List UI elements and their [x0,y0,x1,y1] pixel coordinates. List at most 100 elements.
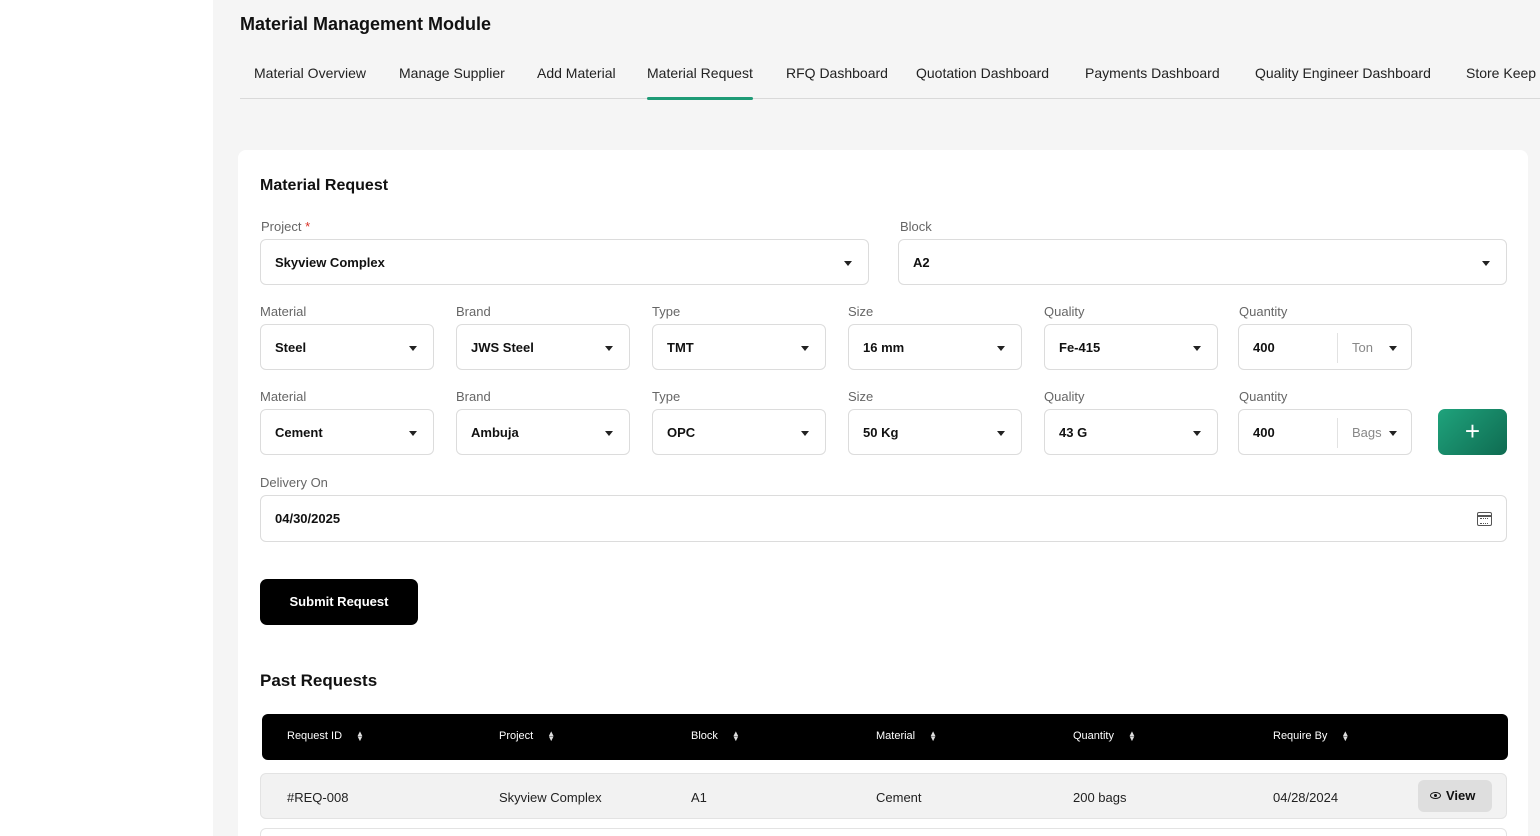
sort-icon: ▲ ▼ [731,729,740,744]
quantity-value: 400 [1253,340,1275,355]
type-label: Type [652,389,681,404]
quality-select-2[interactable]: 43 G [1044,409,1218,455]
tab-quality-engineer-dashboard[interactable]: Quality Engineer Dashboard [1255,65,1431,99]
block-label: Block [900,219,932,234]
chevron-down-icon [997,431,1005,436]
project-label: Project * [261,219,311,234]
material-value: Cement [275,425,323,440]
column-header-require-by[interactable]: Require By ▲ ▼ [1273,729,1350,744]
brand-select-1[interactable]: JWS Steel [456,324,630,370]
cell-request-id: #REQ-008 [287,790,349,805]
column-header-material[interactable]: Material ▲ ▼ [876,729,938,744]
chevron-down-icon [1389,431,1397,436]
type-select-2[interactable]: OPC [652,409,826,455]
sort-icon: ▲ ▼ [1341,729,1350,744]
plus-icon: + [1464,416,1481,446]
brand-label: Brand [456,389,491,404]
type-value: OPC [667,425,696,440]
type-value: TMT [667,340,694,355]
page-title: Material Management Module [240,14,492,34]
calendar-icon[interactable] [1477,512,1492,526]
eye-icon [1430,792,1441,799]
quantity-value: 400 [1253,425,1275,440]
view-button[interactable]: View [1418,780,1492,812]
cell-require-by: 04/28/2024 [1273,790,1339,805]
chevron-down-icon [1193,431,1201,436]
chevron-down-icon [1389,346,1397,351]
add-material-row-button[interactable]: + [1438,409,1507,455]
required-mark: * [305,219,311,234]
quality-label: Quality [1044,304,1085,319]
quantity-label: Quantity [1239,389,1288,404]
tab-material-overview[interactable]: Material Overview [254,65,366,99]
tab-quotation-dashboard[interactable]: Quotation Dashboard [916,65,1049,99]
size-value: 16 mm [863,340,905,355]
type-select-1[interactable]: TMT [652,324,826,370]
size-value: 50 Kg [863,425,899,440]
column-header-project[interactable]: Project ▲ ▼ [499,730,555,743]
material-select-1[interactable]: Steel [260,324,434,370]
tab-rfq-dashboard[interactable]: RFQ Dashboard [786,65,888,99]
quantity-field-1[interactable]: 400 Ton [1238,324,1412,370]
table-row: #REQ-008 Skyview Complex A1 Cement 200 b… [260,773,1507,819]
column-header-request-id[interactable]: Request ID ▲ ▼ [287,729,364,744]
size-label: Size [848,304,874,319]
form-title: Material Request [260,177,389,194]
tab-add-material[interactable]: Add Material [537,65,616,99]
tab-payments-dashboard[interactable]: Payments Dashboard [1085,65,1220,99]
delivery-date-input[interactable]: 04/30/2025 [260,495,1507,542]
type-label: Type [652,304,681,319]
delivery-label: Delivery On [260,475,328,490]
submit-request-button[interactable]: Submit Request [260,579,418,625]
sort-icon: ▲ ▼ [356,729,364,744]
quality-select-1[interactable]: Fe-415 [1044,324,1218,370]
brand-value: Ambuja [471,425,519,440]
chevron-down-icon [605,431,613,436]
cell-block: A1 [691,790,707,805]
material-label: Material [260,389,307,404]
size-select-2[interactable]: 50 Kg [848,409,1022,455]
unit-select[interactable]: Ton [1352,340,1373,355]
cell-material: Cement [876,790,922,805]
chevron-down-icon [801,431,809,436]
delivery-date-value: 04/30/2025 [275,511,341,526]
tab-manage-supplier[interactable]: Manage Supplier [399,65,505,99]
unit-select[interactable]: Bags [1352,425,1382,440]
chevron-down-icon [801,346,809,351]
quality-value: Fe-415 [1059,340,1101,355]
tab-bar: Material Overview Manage Supplier Add Ma… [240,56,1540,100]
block-select[interactable]: A2 [898,239,1507,285]
block-value: A2 [913,255,930,270]
material-request-card: Material Request Project * Skyview Compl… [238,150,1528,836]
brand-select-2[interactable]: Ambuja [456,409,630,455]
material-select-2[interactable]: Cement [260,409,434,455]
sort-icon: ▲ ▼ [1127,729,1136,744]
brand-value: JWS Steel [471,340,534,355]
chevron-down-icon [409,431,417,436]
chevron-down-icon [844,261,852,266]
chevron-down-icon [997,346,1005,351]
quantity-label: Quantity [1239,304,1288,319]
project-select[interactable]: Skyview Complex [260,239,869,285]
chevron-down-icon [1482,261,1490,266]
past-requests-title: Past Requests [260,671,378,690]
tab-store-keep[interactable]: Store Keep [1466,65,1536,99]
chevron-down-icon [409,346,417,351]
divider [1337,418,1338,448]
cell-quantity: 200 bags [1073,790,1127,805]
size-select-1[interactable]: 16 mm [848,324,1022,370]
project-value: Skyview Complex [275,255,385,270]
quality-label: Quality [1044,389,1085,404]
material-label: Material [260,304,307,319]
table-row [260,828,1507,836]
sidebar [0,0,213,836]
chevron-down-icon [1193,346,1201,351]
main-content: Material Management Module Material Over… [213,0,1540,836]
column-header-quantity[interactable]: Quantity ▲ ▼ [1073,729,1136,744]
view-button-label: View [1446,788,1476,803]
column-header-block[interactable]: Block ▲ ▼ [691,729,740,744]
cell-project: Skyview Complex [499,790,602,805]
sort-icon: ▲ ▼ [929,729,938,744]
tab-material-request[interactable]: Material Request [647,65,753,100]
quantity-field-2[interactable]: 400 Bags [1238,409,1412,455]
